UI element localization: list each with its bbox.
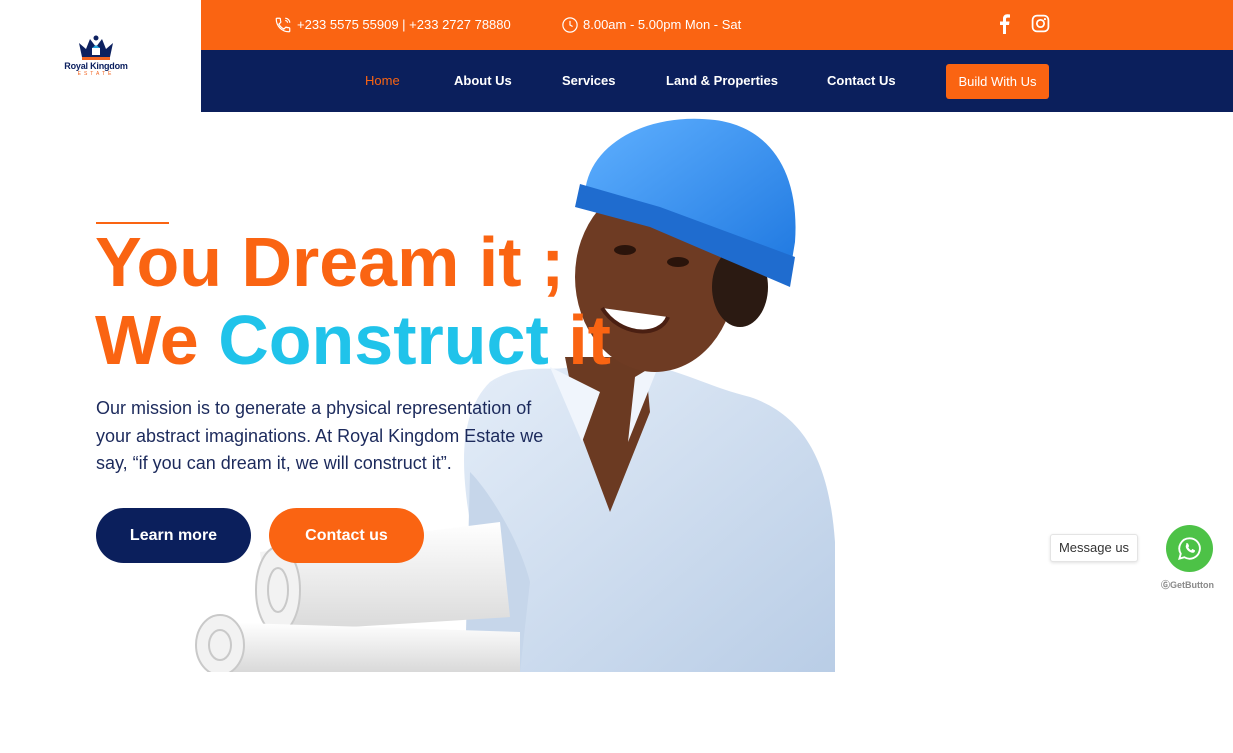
clock-icon <box>562 17 578 33</box>
getbutton-label: GetButton <box>1170 580 1215 590</box>
brand-name: Royal Kingdom <box>64 61 128 71</box>
nav-land-properties[interactable]: Land & Properties <box>666 73 778 88</box>
nav-services[interactable]: Services <box>562 73 616 88</box>
logo[interactable]: Royal Kingdom ESTATE <box>0 0 200 112</box>
build-with-us-button[interactable]: Build With Us <box>946 64 1049 99</box>
instagram-icon[interactable] <box>1031 14 1050 33</box>
facebook-icon[interactable] <box>997 14 1011 34</box>
message-us-label[interactable]: Message us <box>1050 534 1138 562</box>
contact-us-button[interactable]: Contact us <box>269 508 424 563</box>
whatsapp-icon <box>1178 537 1201 560</box>
phone-icon <box>275 17 291 33</box>
hero-description: Our mission is to generate a physical re… <box>96 398 544 473</box>
whatsapp-button[interactable] <box>1166 525 1213 572</box>
hero-image <box>195 118 835 672</box>
hero-word-we: We <box>95 301 199 379</box>
getbutton-icon: Ⓖ <box>1161 580 1171 590</box>
phone-numbers[interactable]: +233 5575 55909 | +233 2727 78880 <box>297 17 511 32</box>
nav-home[interactable]: Home <box>365 73 400 88</box>
top-info-bar: +233 5575 55909 | +233 2727 78880 8.00am… <box>201 0 1233 50</box>
brand-tagline: ESTATE <box>77 71 115 77</box>
opening-hours: 8.00am - 5.00pm Mon - Sat <box>583 17 742 32</box>
hero-word-it: it <box>568 301 611 379</box>
nav-contact-us[interactable]: Contact Us <box>827 73 896 88</box>
nav-about-us[interactable]: About Us <box>454 73 512 88</box>
getbutton-credit[interactable]: ⒼGetButton <box>1161 578 1214 591</box>
hero-headline-line2: We Construct it <box>95 300 611 380</box>
hero-headline-line1: You Dream it ; <box>95 223 565 301</box>
main-nav: Home About Us Services Land & Properties… <box>201 50 1233 112</box>
crown-logo-icon <box>79 35 113 60</box>
hero-word-construct: Construct <box>218 301 549 379</box>
learn-more-button[interactable]: Learn more <box>96 508 251 563</box>
